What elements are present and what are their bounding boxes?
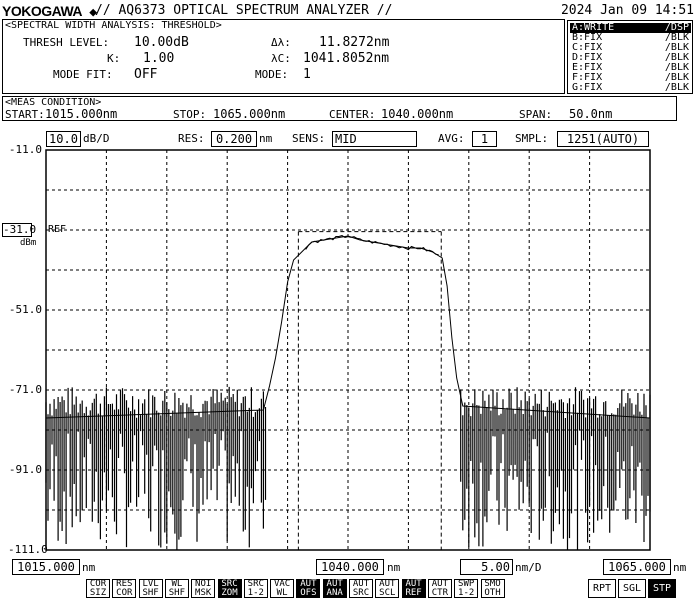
softkey-aut-ref[interactable]: AUT REF bbox=[401, 579, 426, 598]
softkey-bottom-label: SCL bbox=[379, 588, 396, 598]
softkey-smo-oth[interactable]: SMO OTH bbox=[480, 579, 505, 598]
x-stop-field[interactable]: 1065.000 bbox=[603, 559, 671, 575]
softkey-aut-scl[interactable]: AUT SCL bbox=[375, 579, 400, 598]
softkey-bottom-label: COR bbox=[116, 588, 133, 598]
spectrum-plateau-ripple bbox=[305, 235, 439, 256]
sweep-key-stp[interactable]: STP bbox=[648, 579, 676, 598]
x-div-unit: nm/D bbox=[515, 561, 542, 574]
softkey-vac-wl[interactable]: VAC WL bbox=[270, 579, 295, 598]
spectrum-plot[interactable] bbox=[0, 0, 700, 600]
softkey-lvl-shf[interactable]: LVL SHF bbox=[138, 579, 163, 598]
sweep-key-sgl[interactable]: SGL bbox=[618, 579, 646, 598]
softkey-bottom-label: REF bbox=[405, 588, 422, 598]
softkey-bottom-label: OTH bbox=[484, 588, 501, 598]
softkey-bottom-label: SRC bbox=[352, 588, 370, 598]
x-start-field[interactable]: 1015.000 bbox=[12, 559, 80, 575]
softkey-noi-msk[interactable]: NOI MSK bbox=[191, 579, 216, 598]
softkey-bottom-label: 1-2 bbox=[458, 588, 475, 598]
x-start-unit: nm bbox=[82, 561, 96, 574]
softkey-bottom-label: SHF bbox=[168, 588, 186, 598]
softkey-aut-ctr[interactable]: AUT CTR bbox=[427, 579, 452, 598]
softkey-aut-src[interactable]: AUT SRC bbox=[349, 579, 373, 598]
x-div-field[interactable]: 5.00 bbox=[460, 559, 513, 575]
softkey-bottom-label: SIZ bbox=[89, 588, 107, 598]
softkey-res-cor[interactable]: RES COR bbox=[112, 579, 137, 598]
x-center-unit: nm bbox=[387, 561, 401, 574]
softkey-bottom-label: WL bbox=[276, 588, 288, 598]
x-center-field[interactable]: 1040.000 bbox=[316, 559, 384, 575]
softkey-aut-ana[interactable]: AUT ANA bbox=[322, 579, 347, 598]
softkey-bottom-label: SHF bbox=[142, 588, 159, 598]
softkey-cor-siz[interactable]: COR SIZ bbox=[86, 579, 110, 598]
softkey-bottom-label: CTR bbox=[431, 588, 449, 598]
softkey-src-zom[interactable]: SRC ZOM bbox=[217, 579, 242, 598]
softkey-bottom-label: OFS bbox=[300, 588, 317, 598]
softkey-wl-shf[interactable]: WL SHF bbox=[164, 579, 189, 598]
softkey-bottom-label: ANA bbox=[326, 588, 343, 598]
sweep-key-rpt[interactable]: RPT bbox=[588, 579, 616, 598]
x-stop-unit: nm bbox=[673, 561, 687, 574]
softkey-bottom-label: 1-2 bbox=[247, 588, 264, 598]
softkey-aut-ofs[interactable]: AUT OFS bbox=[296, 579, 321, 598]
softkey-bottom-label: ZOM bbox=[221, 588, 238, 598]
softkey-src-1-2[interactable]: SRC 1-2 bbox=[243, 579, 268, 598]
softkey-bottom-label: MSK bbox=[195, 588, 212, 598]
softkey-swp-1-2[interactable]: SWP 1-2 bbox=[454, 579, 479, 598]
